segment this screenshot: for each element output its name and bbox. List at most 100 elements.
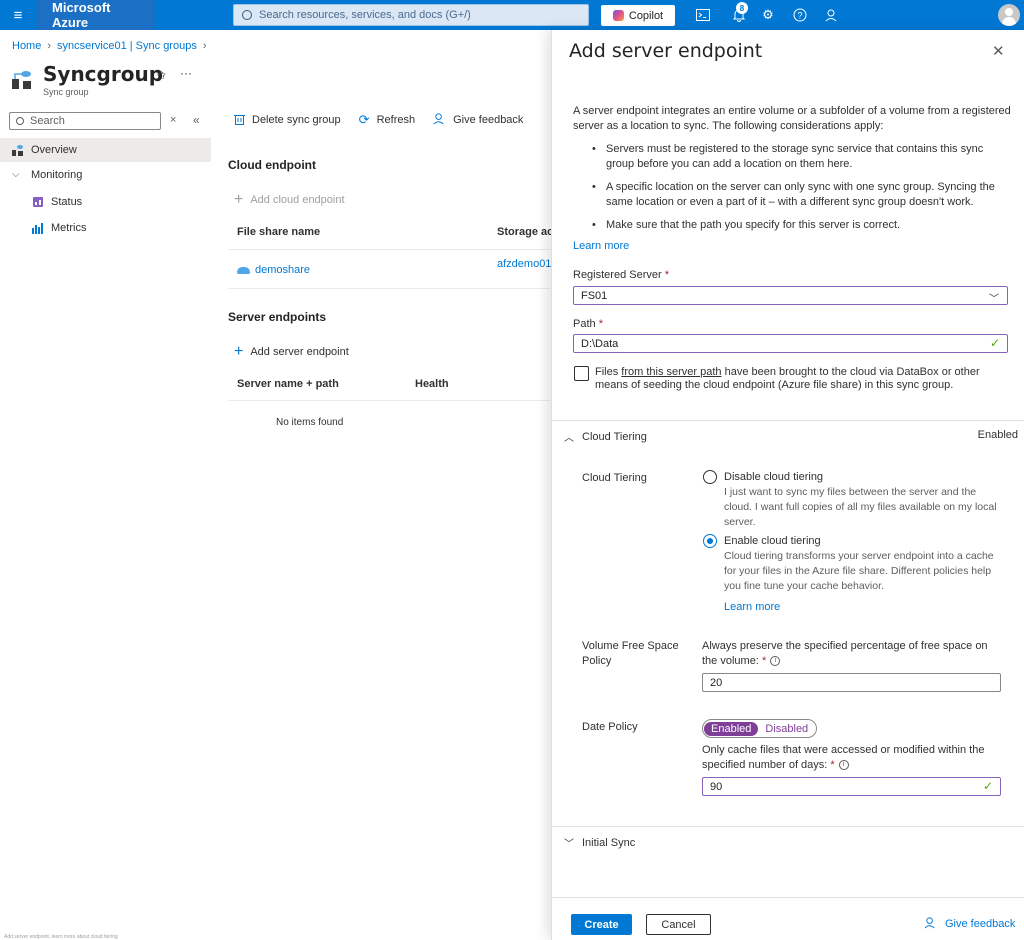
sidebar-item-overview[interactable]: Overview	[0, 138, 211, 162]
enable-cloud-tiering-desc: Cloud tiering transforms your server end…	[724, 550, 994, 592]
add-server-endpoint-label: Add server endpoint	[250, 346, 349, 358]
volume-policy-description: Always preserve the specified percentage…	[702, 639, 1002, 669]
path-label: Path *	[573, 318, 603, 330]
divider	[552, 897, 1024, 898]
sync-group-icon	[11, 68, 33, 90]
required-marker: *	[830, 759, 835, 771]
volume-policy-description-text: Always preserve the specified percentage…	[702, 640, 988, 667]
toggle-enabled-option[interactable]: Enabled	[704, 721, 759, 736]
feedback-icon	[433, 112, 446, 128]
global-search-input[interactable]: Search resources, services, and docs (G+…	[233, 4, 589, 26]
divider	[228, 288, 550, 289]
disable-cloud-tiering-title: Disable cloud tiering	[724, 471, 824, 483]
add-cloud-endpoint-button[interactable]: + Add cloud endpoint	[234, 191, 345, 209]
plus-icon: +	[234, 343, 244, 360]
status-icon	[32, 196, 44, 208]
delete-sync-group-button[interactable]: Delete sync group	[234, 113, 341, 128]
brand-title[interactable]: Microsoft Azure	[36, 0, 156, 30]
sidebar-search-input[interactable]: Search	[9, 112, 161, 130]
refresh-button[interactable]: ⟳ Refresh	[359, 112, 415, 128]
panel-title: Add server endpoint	[569, 40, 763, 62]
initial-sync-accordion-header[interactable]: ﹀ Initial Sync	[564, 835, 635, 851]
storage-account-link[interactable]: afzdemo01	[497, 258, 551, 270]
notification-count-badge: 8	[736, 2, 748, 14]
toggle-disabled-option[interactable]: Disabled	[758, 722, 815, 736]
divider	[552, 826, 1024, 827]
list-item: Servers must be registered to the storag…	[592, 142, 1012, 172]
panel-feedback-label: Give feedback	[945, 918, 1016, 930]
feedback-icon[interactable]	[823, 6, 841, 24]
checkbox-text-pre: Files	[595, 366, 622, 378]
date-policy-label: Date Policy	[582, 721, 638, 733]
date-policy-days-value: 90	[710, 780, 723, 793]
learn-more-link[interactable]: Learn more	[573, 240, 629, 252]
breadcrumb-sync-groups[interactable]: syncservice01 | Sync groups	[57, 40, 197, 52]
feedback-icon	[924, 916, 937, 932]
volume-free-space-policy-label: Volume Free Space Policy	[582, 640, 679, 667]
sidebar-item-metrics[interactable]: Metrics	[0, 216, 211, 240]
user-avatar[interactable]	[998, 4, 1020, 26]
path-input[interactable]: D:\Data ✓	[573, 334, 1008, 353]
databox-seeding-checkbox[interactable]	[574, 366, 589, 381]
enable-cloud-tiering-radio[interactable]	[703, 534, 717, 548]
collapse-sidebar-icon[interactable]: «	[193, 113, 200, 127]
give-feedback-button[interactable]: Give feedback	[433, 112, 523, 128]
clear-search-icon[interactable]: ×	[170, 114, 176, 126]
intro-text: A server endpoint integrates an entire v…	[573, 105, 1011, 132]
registered-server-label-text: Registered Server	[573, 269, 662, 281]
required-marker: *	[664, 269, 669, 281]
chevron-up-icon: ︿	[564, 433, 574, 444]
copilot-button[interactable]: Copilot	[601, 5, 675, 26]
more-options-icon[interactable]: ···	[180, 66, 192, 80]
delete-label: Delete sync group	[252, 114, 341, 126]
help-icon[interactable]: ?	[791, 6, 809, 24]
list-item: A specific location on the server can on…	[592, 180, 1012, 210]
create-button[interactable]: Create	[571, 914, 632, 935]
info-icon[interactable]: i	[770, 656, 781, 667]
overview-icon	[12, 144, 24, 156]
breadcrumb-home[interactable]: Home	[12, 40, 41, 52]
svg-text:?: ?	[797, 11, 802, 21]
search-icon	[242, 10, 252, 20]
cloud-tiering-learn-more-link[interactable]: Learn more	[724, 601, 780, 613]
sidebar-item-monitoring[interactable]: ⌵ Monitoring	[0, 163, 211, 187]
date-policy-toggle[interactable]: Enabled Disabled	[702, 719, 818, 738]
feedback-label: Give feedback	[453, 114, 524, 126]
sidebar-item-label: Monitoring	[31, 169, 83, 181]
menu-icon[interactable]: ≡	[0, 0, 36, 30]
registered-server-value: FS01	[581, 289, 608, 302]
global-search-placeholder: Search resources, services, and docs (G+…	[259, 9, 471, 21]
plus-icon: +	[234, 191, 244, 208]
cloud-icon	[237, 266, 250, 274]
sidebar-search-placeholder: Search	[30, 115, 65, 127]
date-policy-days-input[interactable]: 90 ✓	[702, 777, 1001, 796]
enable-cloud-tiering-title: Enable cloud tiering	[724, 535, 821, 547]
add-server-endpoint-panel: Add server endpoint ✕ A server endpoint …	[551, 30, 1024, 940]
cloud-shell-icon[interactable]	[694, 6, 712, 24]
disable-cloud-tiering-radio[interactable]	[703, 470, 717, 484]
pin-icon[interactable]: ✩	[156, 68, 166, 82]
column-header-server-name-path: Server name + path	[237, 378, 339, 390]
chevron-down-icon: ﹀	[564, 839, 574, 850]
list-item: Make sure that the path you specify for …	[592, 218, 1012, 233]
sidebar-item-status[interactable]: Status	[0, 190, 211, 214]
registered-server-select[interactable]: FS01 ﹀	[573, 286, 1008, 305]
copilot-icon	[612, 10, 624, 21]
volume-free-space-input[interactable]: 20	[702, 673, 1001, 692]
file-share-link[interactable]: demoshare	[237, 264, 310, 276]
databox-seeding-label: Files from this server path have been br…	[595, 366, 1010, 392]
close-icon[interactable]: ✕	[992, 42, 1005, 60]
settings-gear-icon[interactable]: ⚙	[759, 6, 777, 24]
server-path-link[interactable]: from this server path	[621, 366, 721, 378]
add-server-endpoint-button[interactable]: + Add server endpoint	[234, 343, 349, 361]
cloud-tiering-accordion-header[interactable]: ︿ Cloud Tiering	[564, 429, 647, 445]
cancel-button[interactable]: Cancel	[646, 914, 711, 935]
divider	[228, 400, 550, 401]
info-icon[interactable]: i	[838, 760, 849, 771]
panel-give-feedback-button[interactable]: Give feedback	[924, 916, 1015, 932]
page-subtitle: Sync group	[43, 87, 89, 97]
refresh-icon: ⟳	[358, 112, 370, 127]
notifications-icon[interactable]: 8	[730, 2, 748, 24]
considerations-list: Servers must be registered to the storag…	[592, 142, 1012, 241]
sidebar-item-label: Overview	[31, 144, 77, 156]
